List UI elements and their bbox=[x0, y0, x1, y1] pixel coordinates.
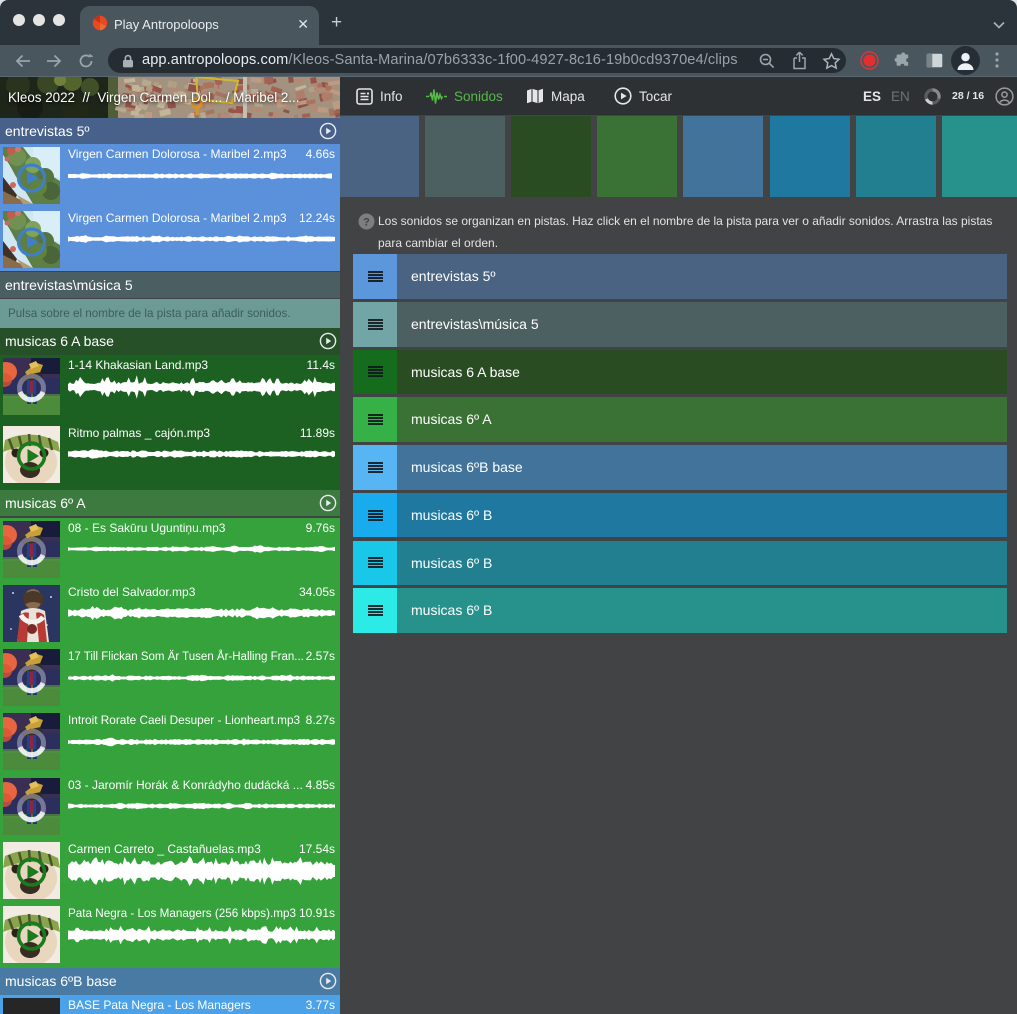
svg-text:?: ? bbox=[363, 216, 370, 228]
